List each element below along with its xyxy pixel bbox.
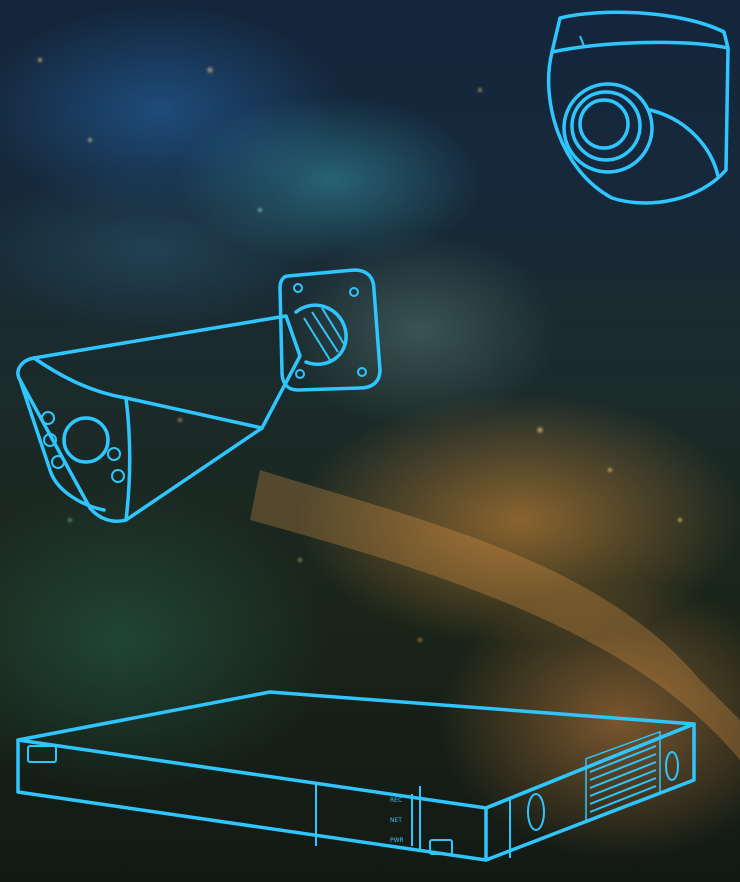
bullet-camera-icon — [16, 268, 382, 523]
highway-glow — [250, 470, 740, 760]
dome-camera-icon — [546, 10, 730, 205]
night-city-background: REC NET PWR — [0, 0, 740, 882]
camera-outline-illustration: REC NET PWR — [16, 10, 740, 862]
led-label-rec: REC — [390, 797, 402, 804]
display-window — [27, 745, 57, 763]
led-label-pwr: PWR — [390, 837, 404, 844]
led-label-net: NET — [390, 817, 402, 824]
vent-grille — [585, 730, 661, 822]
network-video-recorder-icon: REC NET PWR — [16, 690, 696, 862]
